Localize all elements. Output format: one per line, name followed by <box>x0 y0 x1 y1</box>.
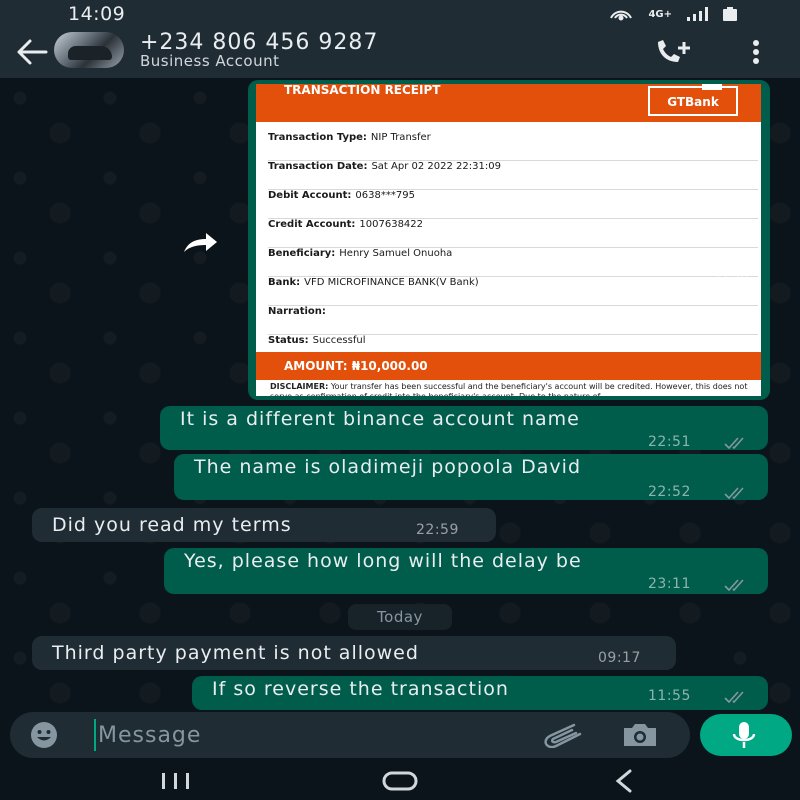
double-tick-icon <box>724 487 744 499</box>
receipt-row: Transaction Date: Sat Apr 02 2022 22:31:0… <box>268 161 758 190</box>
message-time: 22:59 <box>416 522 459 538</box>
chat-area[interactable]: TRANSACTION RECEIPT GTBank Transaction T… <box>0 78 800 710</box>
receipt-row-key: Credit Account: <box>268 219 356 230</box>
forward-icon <box>184 233 217 252</box>
receipt-disclaimer: DISCLAIMER: Your transfer has been succe… <box>270 382 750 396</box>
day-divider: Today <box>348 604 452 630</box>
more-vert-icon <box>753 40 759 64</box>
home-icon <box>382 771 418 791</box>
composer <box>10 712 690 758</box>
receipt-row: Debit Account: 0638***795 <box>268 190 758 219</box>
outgoing-message[interactable]: It is a different binance account name 22… <box>160 406 768 450</box>
attach-icon <box>544 723 582 749</box>
recents-icon <box>162 773 189 789</box>
camera-button[interactable] <box>620 722 660 748</box>
avatar[interactable] <box>54 32 124 68</box>
add-call-icon <box>658 40 690 62</box>
signal-icon <box>687 7 708 21</box>
receipt-row-key: Beneficiary: <box>268 248 336 259</box>
back-icon <box>615 769 632 793</box>
receipt-row-key: Bank: <box>268 277 301 288</box>
battery-icon <box>723 7 737 21</box>
outgoing-message[interactable]: Yes, please how long will the delay be 23… <box>164 548 768 594</box>
back-arrow-icon <box>17 39 48 65</box>
message-time: 23:11 <box>648 576 691 592</box>
attach-button[interactable] <box>540 722 586 749</box>
message-time: 22:52 <box>648 484 691 500</box>
receipt-row: Bank: VFD MICROFINANCE BANK(V Bank) <box>268 277 758 306</box>
message-text: Did you read my terms <box>52 514 292 536</box>
bank-logo: GTBank <box>648 86 738 116</box>
receipt-header: TRANSACTION RECEIPT GTBank <box>256 84 761 122</box>
message-text: Third party payment is not allowed <box>52 642 419 664</box>
camera-icon <box>624 724 656 746</box>
status-time: 14:09 <box>68 3 126 25</box>
outgoing-message[interactable]: The name is oladimeji popoola David 22:52 <box>174 454 768 500</box>
message-input[interactable] <box>94 719 514 751</box>
receipt-row-value: Successful <box>312 335 366 346</box>
contact-subtitle: Business Account <box>140 52 280 70</box>
receipt-title: TRANSACTION RECEIPT <box>284 84 441 97</box>
message-time: 09:17 <box>598 650 641 666</box>
message-text: If so reverse the transaction <box>212 678 509 700</box>
emoji-icon <box>31 722 57 748</box>
image-time: 22:50 <box>713 270 748 284</box>
system-nav-bar <box>0 760 800 800</box>
status-icons: 4G+ <box>608 5 738 23</box>
hotspot-icon <box>610 10 633 21</box>
chat-header: +234 806 456 9287 Business Account <box>0 28 800 78</box>
receipt-row: Transaction Type: NIP Transfer <box>268 132 758 161</box>
receipt-row: Credit Account: 1007638422 <box>268 219 758 248</box>
home-button[interactable] <box>380 768 420 794</box>
receipt-row-key: Transaction Date: <box>268 161 368 172</box>
message-text: It is a different binance account name <box>180 408 580 430</box>
receipt-row-key: Transaction Type: <box>268 132 367 143</box>
status-bar: 14:09 4G+ <box>0 0 800 28</box>
more-options-button[interactable] <box>744 36 768 68</box>
back-button[interactable] <box>14 36 50 68</box>
mic-button[interactable] <box>700 714 792 756</box>
receipt-row-value: NIP Transfer <box>370 132 431 143</box>
double-tick-icon <box>724 437 744 449</box>
receipt-row-value: VFD MICROFINANCE BANK(V Bank) <box>304 277 479 288</box>
image-message[interactable]: TRANSACTION RECEIPT GTBank Transaction T… <box>248 80 770 400</box>
forward-button[interactable] <box>180 228 220 258</box>
receipt-row: Beneficiary: Henry Samuel Onuoha <box>268 248 758 277</box>
receipt-row-key: Debit Account: <box>268 190 352 201</box>
receipt-row-value: Henry Samuel Onuoha <box>339 248 453 259</box>
receipt-image[interactable]: TRANSACTION RECEIPT GTBank Transaction T… <box>256 84 761 396</box>
nav-back-button[interactable] <box>610 768 640 794</box>
disclaimer-text: Your transfer has been successful and th… <box>270 382 748 396</box>
message-time: 11:55 <box>648 688 691 704</box>
message-text: Yes, please how long will the delay be <box>184 550 582 572</box>
receipt-row-value: Sat Apr 02 2022 22:31:09 <box>371 161 501 172</box>
add-call-button[interactable] <box>654 38 694 66</box>
incoming-message[interactable]: Third party payment is not allowed 09:17 <box>32 636 676 670</box>
message-time: 22:51 <box>648 434 691 450</box>
message-text: The name is oladimeji popoola David <box>194 456 582 478</box>
incoming-message[interactable]: Did you read my terms 22:59 <box>32 508 496 542</box>
receipt-row-value: 0638***795 <box>355 190 415 201</box>
receipt-row-key: Narration: <box>268 306 326 317</box>
receipt-row-value: 1007638422 <box>359 219 424 230</box>
outgoing-message[interactable]: If so reverse the transaction 11:55 <box>192 676 768 710</box>
recents-button[interactable] <box>158 768 194 794</box>
receipt-row-key: Status: <box>268 335 309 346</box>
double-tick-icon <box>724 579 744 591</box>
receipt-row: Narration: <box>268 306 758 335</box>
disclaimer-label: DISCLAIMER: <box>270 382 329 391</box>
network-type: 4G+ <box>648 8 672 20</box>
receipt-amount: AMOUNT: ₦10,000.00 <box>256 352 761 380</box>
double-tick-icon <box>724 691 744 703</box>
mic-icon <box>732 722 756 748</box>
emoji-button[interactable] <box>30 721 58 749</box>
